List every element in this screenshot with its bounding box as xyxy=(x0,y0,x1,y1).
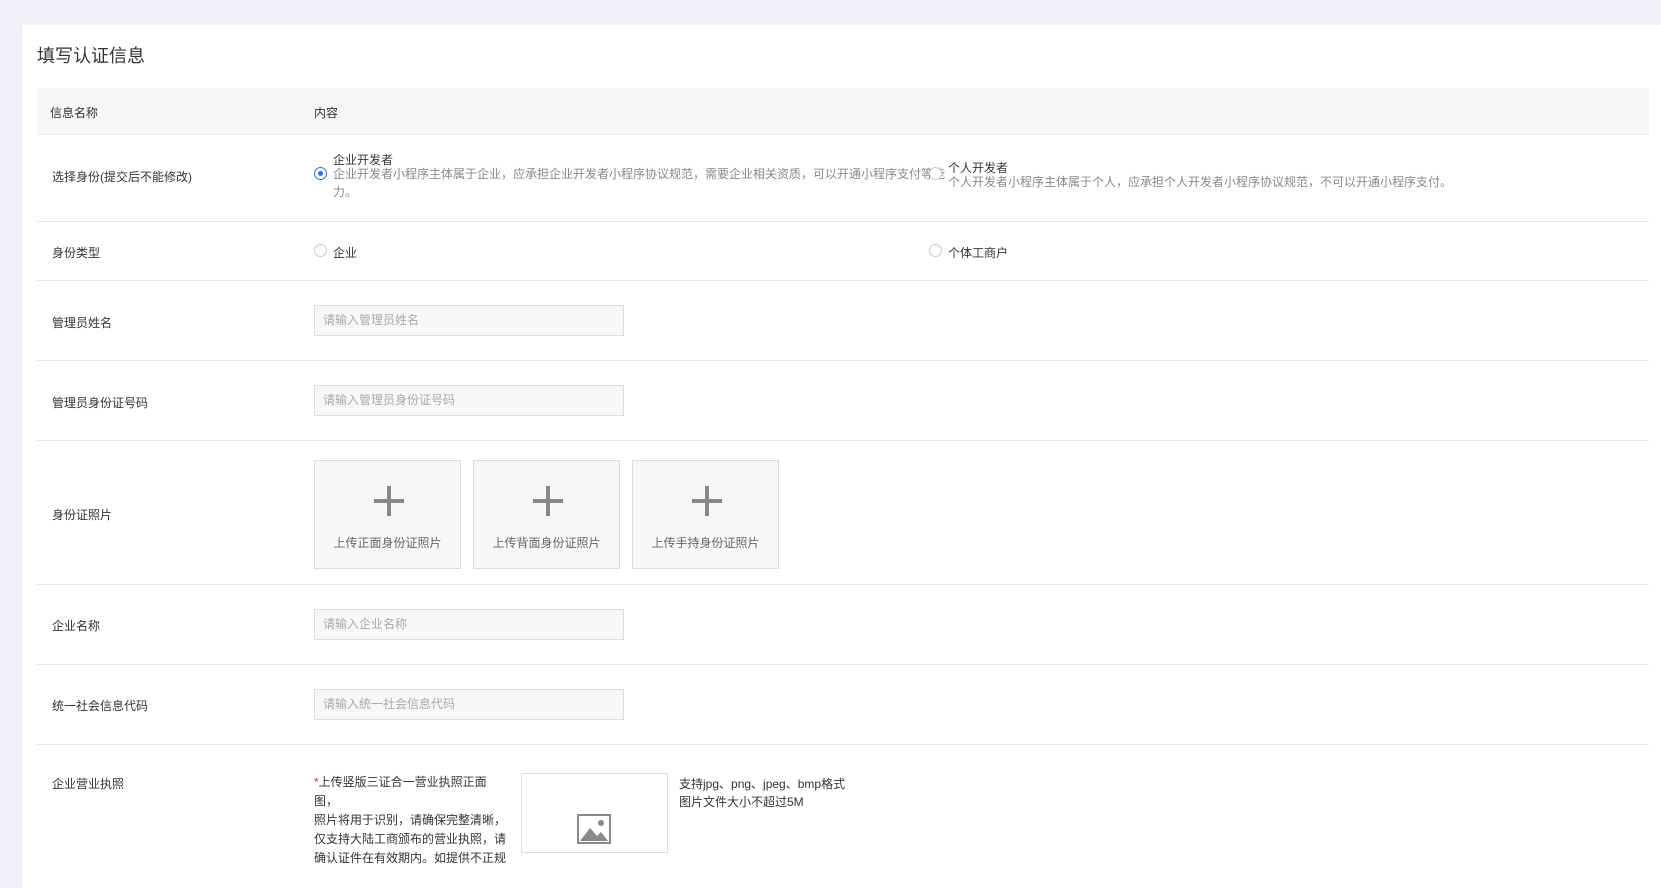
plus-icon xyxy=(533,486,563,516)
row-id-photos: 身份证照片 上传正面身份证照片 上传背面身份证照片 上传手持身份证照片 xyxy=(37,441,1649,585)
license-note-line-4: 确认证件在有效期内。如提供不正规 xyxy=(314,851,507,865)
credit-code-label: 统一社会信息代码 xyxy=(52,699,149,713)
identity-label: 选择身份(提交后不能修改) xyxy=(52,170,192,184)
row-identity: 选择身份(提交后不能修改) 企业开发者 企业开发者小程序主体属于企业，应承担企业… xyxy=(37,135,1649,222)
format-hint: 支持jpg、png、jpeg、bmp格式 xyxy=(679,777,846,791)
upload-id-front[interactable]: 上传正面身份证照片 xyxy=(314,460,461,569)
admin-id-label: 管理员身份证号码 xyxy=(52,396,149,410)
option-personal-developer-desc: 个人开发者小程序主体属于个人，应承担个人开发者小程序协议规范，不可以开通小程序支… xyxy=(948,175,1453,189)
upload-id-back-label: 上传背面身份证照片 xyxy=(492,536,601,550)
radio-individual-business[interactable] xyxy=(929,244,942,257)
option-enterprise[interactable]: 企业 xyxy=(333,244,357,261)
license-note: *上传竖版三证合一营业执照正面图， 照片将用于识别，请确保完整清晰， 仅支持大陆… xyxy=(314,773,509,868)
admin-name-input[interactable]: 请输入管理员姓名 xyxy=(314,305,624,336)
upload-id-front-label: 上传正面身份证照片 xyxy=(333,536,442,550)
license-note-line-3: 仅支持大陆工商颁布的营业执照，请 xyxy=(314,832,507,846)
row-business-license: 企业营业执照 *上传竖版三证合一营业执照正面图， 照片将用于识别，请确保完整清晰… xyxy=(37,745,1649,888)
option-enterprise-developer-desc-2: 力。 xyxy=(333,185,358,199)
upload-id-handheld[interactable]: 上传手持身份证照片 xyxy=(632,460,779,569)
license-note-line-2: 照片将用于识别，请确保完整清晰， xyxy=(314,813,507,827)
credit-code-input[interactable]: 请输入统一社会信息代码 xyxy=(314,689,624,720)
row-identity-type: 身份类型 企业 个体工商户 xyxy=(37,222,1649,281)
admin-name-label: 管理员姓名 xyxy=(52,316,113,330)
id-photos-label: 身份证照片 xyxy=(52,508,113,522)
radio-enterprise[interactable] xyxy=(314,244,327,257)
license-hints: 支持jpg、png、jpeg、bmp格式 图片文件大小不超过5M xyxy=(679,775,845,811)
radio-enterprise-developer[interactable] xyxy=(314,167,327,180)
option-individual-business[interactable]: 个体工商户 xyxy=(948,244,1008,261)
license-note-line-1: 上传竖版三证合一营业执照正面图， xyxy=(314,775,487,808)
license-label: 企业营业执照 xyxy=(52,777,125,791)
company-name-label: 企业名称 xyxy=(52,619,101,633)
upload-id-back[interactable]: 上传背面身份证照片 xyxy=(473,460,620,569)
identity-type-label: 身份类型 xyxy=(52,246,101,260)
license-upload-box[interactable] xyxy=(521,773,668,853)
page-title: 填写认证信息 xyxy=(37,46,145,66)
row-credit-code: 统一社会信息代码 请输入统一社会信息代码 xyxy=(37,665,1649,745)
upload-id-handheld-label: 上传手持身份证照片 xyxy=(651,536,760,550)
admin-id-input[interactable]: 请输入管理员身份证号码 xyxy=(314,385,624,416)
row-admin-id: 管理员身份证号码 请输入管理员身份证号码 xyxy=(37,361,1649,441)
header-name: 信息名称 xyxy=(50,106,99,120)
row-company-name: 企业名称 请输入企业名称 xyxy=(37,585,1649,665)
option-enterprise-developer-desc-1: 企业开发者小程序主体属于企业，应承担企业开发者小程序协议规范，需要企业相关资质，… xyxy=(333,167,946,181)
plus-icon xyxy=(374,486,404,516)
plus-icon xyxy=(692,486,722,516)
image-icon xyxy=(577,814,611,844)
table-header: 信息名称 内容 xyxy=(37,88,1649,135)
radio-personal-developer[interactable] xyxy=(929,167,942,180)
header-content: 内容 xyxy=(314,106,339,120)
size-hint: 图片文件大小不超过5M xyxy=(679,795,804,809)
row-admin-name: 管理员姓名 请输入管理员姓名 xyxy=(37,281,1649,361)
company-name-input[interactable]: 请输入企业名称 xyxy=(314,609,624,640)
